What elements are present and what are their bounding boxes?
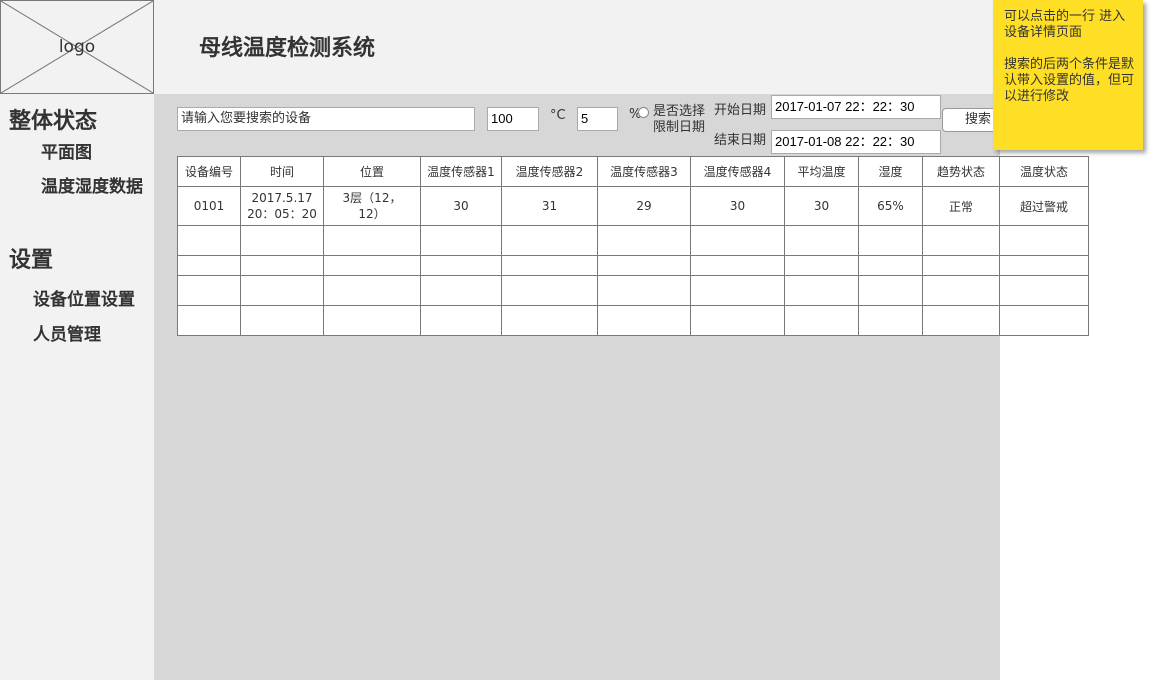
- column-header-time: 时间: [240, 156, 324, 187]
- start-date-input[interactable]: 2017-01-07 22：22：30: [771, 95, 941, 119]
- column-header-location: 位置: [323, 156, 421, 187]
- table-row-empty: [177, 305, 1089, 336]
- column-header-sensor3: 温度传感器3: [597, 156, 691, 187]
- table-header-row: 设备编号 时间 位置 温度传感器1 温度传感器2 温度传感器3 温度传感器4 平…: [177, 156, 1089, 187]
- date-limit-radio[interactable]: [638, 107, 649, 118]
- column-header-trend-status: 趋势状态: [922, 156, 1000, 187]
- cell-sensor4: 30: [690, 186, 785, 226]
- sidebar-group-overall-status[interactable]: 整体状态: [9, 103, 97, 135]
- cell-sensor1: 30: [420, 186, 502, 226]
- cell-avg-temp: 30: [784, 186, 859, 226]
- table-row-empty: [177, 255, 1089, 276]
- logo: logo: [0, 0, 154, 94]
- cell-location-line1: 3层（12，: [342, 191, 402, 205]
- sidebar-item-floor-plan[interactable]: 平面图: [41, 138, 92, 163]
- cell-location-line2: 12）: [358, 207, 386, 221]
- cell-time-date: 2017.5.17: [251, 191, 313, 205]
- table-row[interactable]: 0101 2017.5.17 20：05：20 3层（12， 12） 30 31…: [177, 186, 1089, 226]
- sidebar-item-device-location-settings[interactable]: 设备位置设置: [33, 285, 135, 310]
- column-header-humidity: 湿度: [858, 156, 923, 187]
- cell-temp-status: 超过警戒: [999, 186, 1089, 226]
- logo-text: logo: [58, 37, 96, 57]
- cell-sensor2: 31: [501, 186, 598, 226]
- temperature-threshold-input[interactable]: 100: [487, 107, 539, 131]
- cell-location: 3层（12， 12）: [323, 186, 421, 226]
- table-row-empty: [177, 275, 1089, 306]
- sidebar-group-settings[interactable]: 设置: [9, 242, 53, 274]
- cell-humidity: 65%: [858, 186, 923, 226]
- cell-time: 2017.5.17 20：05：20: [240, 186, 324, 226]
- sidebar-item-temp-humidity-data[interactable]: 温度湿度数据: [41, 172, 143, 197]
- date-limit-label-line1: 是否选择: [653, 104, 706, 119]
- end-date-label: 结束日期: [714, 133, 767, 148]
- device-data-table: 设备编号 时间 位置 温度传感器1 温度传感器2 温度传感器3 温度传感器4 平…: [177, 156, 1089, 336]
- column-header-avg-temp: 平均温度: [784, 156, 859, 187]
- device-search-input[interactable]: 请输入您要搜索的设备: [177, 107, 475, 131]
- cell-trend-status: 正常: [922, 186, 1000, 226]
- sidebar-item-staff-management[interactable]: 人员管理: [33, 320, 101, 345]
- end-date-input[interactable]: 2017-01-08 22：22：30: [771, 130, 941, 154]
- cell-device-id: 0101: [177, 186, 241, 226]
- table-row-empty: [177, 225, 1089, 256]
- date-limit-label: 是否选择 限制日期: [653, 104, 705, 136]
- column-header-sensor4: 温度传感器4: [690, 156, 785, 187]
- cell-sensor3: 29: [597, 186, 691, 226]
- column-header-sensor2: 温度传感器2: [501, 156, 598, 187]
- app-title: 母线温度检测系统: [199, 36, 376, 61]
- column-header-device-id: 设备编号: [177, 156, 241, 187]
- column-header-sensor1: 温度传感器1: [420, 156, 502, 187]
- column-header-temp-status: 温度状态: [999, 156, 1089, 187]
- date-limit-label-line2: 限制日期: [653, 120, 706, 135]
- temperature-unit-label: °C: [550, 108, 566, 123]
- note-row-click-hint: 可以点击的一行 进入设备详情页面: [1004, 9, 1126, 40]
- start-date-label: 开始日期: [714, 103, 767, 118]
- cell-time-clock: 20：05：20: [247, 207, 317, 221]
- header-bar: logo 母线温度检测系统: [0, 0, 1000, 94]
- humidity-threshold-input[interactable]: 5: [577, 107, 618, 131]
- note-search-default-hint: 搜索的后两个条件是默认带入设置的值，但可以进行修改: [1004, 57, 1135, 104]
- annotation-sticky-note: 可以点击的一行 进入设备详情页面 搜索的后两个条件是默认带入设置的值，但可以进行…: [993, 0, 1143, 150]
